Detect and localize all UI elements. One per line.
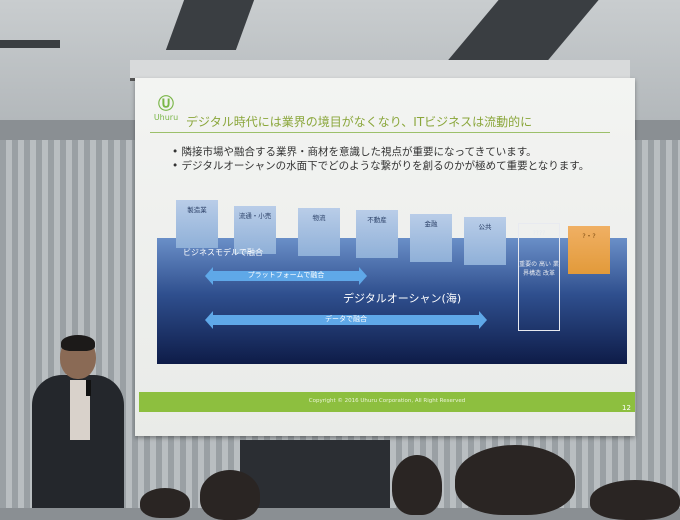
industry-box: 金融 xyxy=(410,214,452,262)
industry-box: 不動産 xyxy=(356,210,398,258)
bullet-text: デジタルオーシャンの水面下でどのような繋がりを創るのかが極めて重要となります。 xyxy=(181,160,590,172)
logo-text: Uhuru xyxy=(153,113,179,122)
industry-label: ???? xyxy=(532,230,546,237)
bullet-text: 隣接市場や融合する業界・商材を意識した視点が重要になってきています。 xyxy=(181,146,537,158)
audience-head xyxy=(455,445,575,515)
bullet-item: • 隣接市場や融合する業界・商材を意識した視点が重要になってきています。 xyxy=(172,146,537,158)
slide-footer: Copyright © 2016 Uhuru Corporation, All … xyxy=(139,392,635,412)
business-model-label: ビジネスモデルで融合 xyxy=(183,248,263,257)
platform-arrow: プラットフォームで融合 xyxy=(205,267,367,285)
audience-head xyxy=(200,470,260,520)
slide-title: デジタル時代には業界の境目がなくなり、ITビジネスは流動的に xyxy=(186,115,533,129)
podium xyxy=(240,440,390,508)
platform-label: プラットフォームで融合 xyxy=(247,271,325,279)
audience-head xyxy=(140,488,190,518)
industry-box-outline: ???? 重要の 高い 業界構造 改革 xyxy=(518,223,560,331)
industry-box: 公共 xyxy=(464,217,506,265)
microphone-icon xyxy=(86,380,91,396)
page-number: 12 xyxy=(622,404,631,412)
ceiling-rail xyxy=(0,40,60,48)
audience-head xyxy=(392,455,442,515)
logo-mark-icon: Ⓤ xyxy=(157,94,174,113)
industry-box: 物流 xyxy=(298,208,340,256)
data-arrow: データで融合 xyxy=(205,311,487,329)
industry-box: 製造業 xyxy=(176,200,218,248)
copyright-text: Copyright © 2016 Uhuru Corporation, All … xyxy=(308,398,466,404)
uhuru-logo: Ⓤ Uhuru xyxy=(153,95,179,125)
presenter-hair xyxy=(61,335,95,351)
ocean-label: デジタルオーシャン(海) xyxy=(343,292,462,305)
bullet-item: • デジタルオーシャンの水面下でどのような繋がりを創るのかが極めて重要となります… xyxy=(172,160,590,172)
audience-head xyxy=(590,480,680,520)
outline-box-text: 重要の 高い 業界構造 改革 xyxy=(519,261,559,277)
data-label: データで融合 xyxy=(325,315,367,323)
industry-box-highlight: ?・? xyxy=(568,226,610,274)
title-divider xyxy=(150,132,610,133)
